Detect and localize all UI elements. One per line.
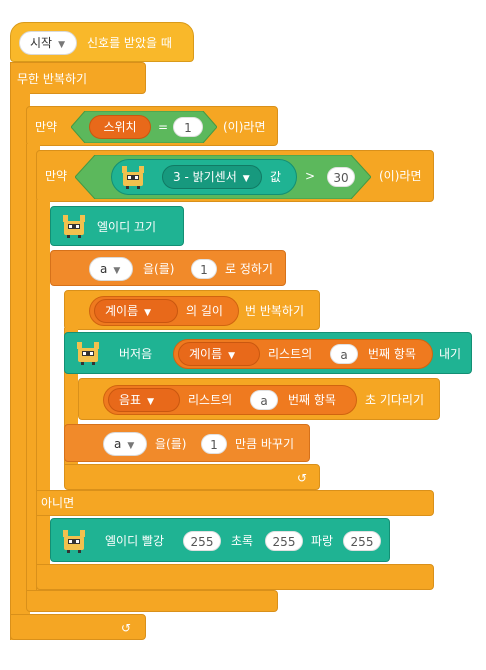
if2-label: 만약 bbox=[45, 169, 68, 183]
if1-suffix: (이)라면 bbox=[223, 120, 266, 134]
wait-list-dropdown[interactable]: 음표 ▼ bbox=[108, 388, 180, 412]
buzzer-block[interactable]: 버저음 계이름 ▼ 리스트의 a 번째 항목 내기 bbox=[64, 332, 472, 374]
buzzer-list-label: 계이름 bbox=[189, 347, 223, 361]
set-var-text2: 로 정하기 bbox=[225, 262, 273, 276]
if2-arm bbox=[36, 200, 50, 590]
led-color-block[interactable]: 엘이디 빨강 255 초록 255 파랑 255 bbox=[50, 518, 390, 562]
event-dropdown[interactable]: 시작 ▼ bbox=[19, 31, 77, 55]
dropdown-arrow-icon: ▼ bbox=[242, 174, 250, 184]
if1-value-input[interactable]: 1 bbox=[173, 117, 203, 137]
robot-icon bbox=[77, 342, 99, 365]
repeat-block[interactable]: 계이름 ▼ 의 길이 번 반복하기 bbox=[64, 290, 320, 330]
robot-icon bbox=[63, 215, 85, 238]
set-var-value-input[interactable]: 1 bbox=[191, 259, 217, 279]
repeat-suffix: 번 반복하기 bbox=[245, 304, 305, 318]
if-block-2[interactable]: 만약 3 - 밝기센서 ▼ 값 > 30 (이)라면 bbox=[36, 150, 434, 202]
buzzer-label: 버저음 bbox=[119, 347, 153, 361]
change-var-text2: 만큼 바꾸기 bbox=[235, 437, 295, 451]
buzzer-list-dropdown[interactable]: 계이름 ▼ bbox=[178, 342, 260, 366]
repeat-bottom: ↺ bbox=[64, 464, 320, 490]
wait-list-item-reporter[interactable]: 음표 ▼ 리스트의 a 번째 항목 bbox=[103, 385, 357, 415]
dropdown-arrow-icon: ▼ bbox=[228, 351, 236, 361]
repeat-list-label: 계이름 bbox=[105, 304, 139, 318]
if1-bottom bbox=[26, 590, 278, 612]
wait-item-suffix: 번째 항목 bbox=[288, 393, 336, 407]
wait-list-label: 음표 bbox=[119, 393, 142, 407]
sensor-dropdown[interactable]: 3 - 밝기센서 ▼ bbox=[162, 165, 262, 189]
change-var-dropdown[interactable]: a ▼ bbox=[103, 432, 147, 456]
buzzer-index-input[interactable]: a bbox=[330, 344, 358, 364]
if2-operator: > bbox=[305, 169, 316, 183]
else-divider: 아니면 bbox=[36, 490, 434, 516]
dropdown-arrow-icon: ▼ bbox=[127, 441, 135, 451]
buzzer-list-item-reporter[interactable]: 계이름 ▼ 리스트의 a 번째 항목 bbox=[173, 339, 433, 369]
if2-bottom bbox=[36, 564, 434, 590]
led-green-input[interactable]: 255 bbox=[265, 531, 303, 551]
change-variable-block[interactable]: a ▼ 을(를) 1 만큼 바꾸기 bbox=[64, 424, 310, 462]
event-label: 신호를 받았을 때 bbox=[87, 36, 172, 50]
led-blue-input[interactable]: 255 bbox=[343, 531, 381, 551]
buzzer-suffix: 내기 bbox=[439, 347, 462, 361]
buzzer-item-suffix: 번째 항목 bbox=[368, 347, 416, 361]
change-var-text1: 을(를) bbox=[155, 437, 187, 451]
dropdown-arrow-icon: ▼ bbox=[113, 266, 121, 276]
if1-operator: = bbox=[158, 120, 169, 134]
led-off-label: 엘이디 끄기 bbox=[97, 220, 157, 234]
led-green-label: 초록 bbox=[231, 534, 254, 548]
forever-block[interactable]: 무한 반복하기 bbox=[10, 62, 146, 94]
switch-reporter[interactable]: 스위치 bbox=[89, 115, 151, 139]
wait-item-text: 리스트의 bbox=[188, 393, 233, 407]
sensor-reporter[interactable]: 3 - 밝기센서 ▼ 값 bbox=[111, 159, 297, 195]
set-var-text1: 을(를) bbox=[143, 262, 175, 276]
else-label: 아니면 bbox=[41, 496, 75, 510]
if2-suffix: (이)라면 bbox=[379, 169, 422, 183]
led-red-input[interactable]: 255 bbox=[183, 531, 221, 551]
switch-reporter-label: 스위치 bbox=[103, 120, 137, 134]
loop-arrow-icon: ↺ bbox=[121, 621, 132, 635]
change-var-label: a bbox=[114, 437, 122, 451]
wait-block[interactable]: 음표 ▼ 리스트의 a 번째 항목 초 기다리기 bbox=[78, 378, 440, 420]
sensor-suffix: 값 bbox=[270, 170, 282, 184]
robot-icon bbox=[63, 530, 85, 553]
change-var-value-input[interactable]: 1 bbox=[201, 434, 227, 454]
set-var-dropdown[interactable]: a ▼ bbox=[89, 257, 133, 281]
dropdown-arrow-icon: ▼ bbox=[144, 308, 152, 318]
set-variable-block[interactable]: a ▼ 을(를) 1 로 정하기 bbox=[50, 250, 286, 286]
forever-label: 무한 반복하기 bbox=[17, 72, 88, 86]
when-receive-block[interactable]: 시작 ▼ 신호를 받았을 때 bbox=[10, 22, 194, 62]
wait-index-input[interactable]: a bbox=[250, 390, 278, 410]
if-block-1[interactable]: 만약 스위치 = 1 (이)라면 bbox=[26, 106, 278, 146]
set-var-label: a bbox=[100, 262, 108, 276]
list-length-reporter[interactable]: 계이름 ▼ 의 길이 bbox=[89, 296, 239, 326]
repeat-mid: 의 길이 bbox=[186, 304, 223, 318]
dropdown-arrow-icon: ▼ bbox=[58, 40, 66, 50]
buzzer-item-text: 리스트의 bbox=[268, 347, 313, 361]
led-off-block[interactable]: 엘이디 끄기 bbox=[50, 206, 184, 246]
sensor-dropdown-label: 3 - 밝기센서 bbox=[173, 170, 237, 184]
loop-arrow-icon: ↺ bbox=[297, 471, 308, 485]
dropdown-arrow-icon: ▼ bbox=[147, 397, 155, 407]
led-blue-label: 파랑 bbox=[311, 534, 334, 548]
robot-icon bbox=[122, 166, 144, 189]
led-color-label: 엘이디 빨강 bbox=[105, 534, 165, 548]
forever-bottom: ↺ bbox=[10, 614, 146, 640]
event-dropdown-label: 시작 bbox=[30, 36, 53, 50]
wait-suffix: 초 기다리기 bbox=[365, 393, 425, 407]
if1-label: 만약 bbox=[35, 120, 58, 134]
repeat-list-dropdown[interactable]: 계이름 ▼ bbox=[94, 299, 178, 323]
if2-value-input[interactable]: 30 bbox=[327, 167, 355, 187]
